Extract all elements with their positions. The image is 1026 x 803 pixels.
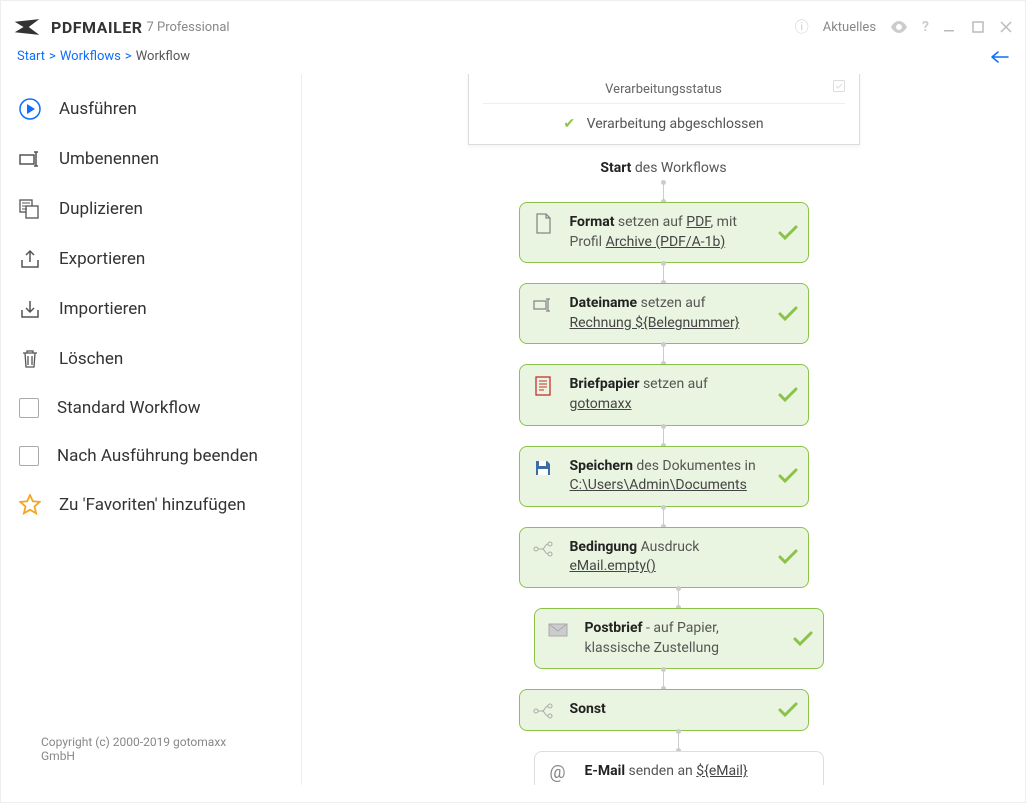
sidebar-standard-workflow[interactable]: Standard Workflow bbox=[1, 384, 301, 432]
rename-icon bbox=[532, 294, 554, 316]
close-button[interactable] bbox=[999, 20, 1013, 34]
sidebar-item-label: Zu 'Favoriten' hinzufügen bbox=[59, 495, 246, 515]
sidebar-item-label: Umbenennen bbox=[59, 149, 159, 169]
check-icon bbox=[778, 468, 798, 484]
check-icon: ✔ bbox=[563, 116, 575, 132]
branch-icon bbox=[532, 538, 554, 560]
checkbox-icon bbox=[19, 398, 39, 418]
check-icon bbox=[778, 702, 798, 718]
status-panel: Verarbeitungsstatus ✔ Verarbeitung abges… bbox=[468, 74, 860, 145]
check-icon bbox=[778, 387, 798, 403]
help-icon[interactable]: ? bbox=[922, 19, 929, 35]
info-icon[interactable]: ⓘ bbox=[795, 17, 809, 37]
sidebar-delete[interactable]: Löschen bbox=[1, 334, 301, 384]
step-format[interactable]: Format setzen auf PDF, mit Profil Archiv… bbox=[519, 202, 809, 263]
status-close-icon[interactable] bbox=[833, 80, 845, 92]
sidebar: Ausführen Umbenennen Duplizieren Exporti… bbox=[1, 74, 302, 785]
connector bbox=[663, 263, 664, 283]
step-filename[interactable]: Dateiname setzen auf Rechnung ${Belegnum… bbox=[519, 283, 809, 344]
import-icon bbox=[19, 298, 41, 320]
sidebar-import[interactable]: Importieren bbox=[1, 284, 301, 334]
step-stationery[interactable]: Briefpapier setzen auf gotomaxx bbox=[519, 364, 809, 425]
minimize-button[interactable] bbox=[943, 20, 957, 34]
at-icon: @ bbox=[547, 762, 569, 784]
connector bbox=[678, 588, 679, 608]
connector bbox=[663, 669, 664, 689]
news-link[interactable]: Aktuelles bbox=[823, 20, 876, 35]
sidebar-item-label: Duplizieren bbox=[59, 199, 143, 219]
connector bbox=[663, 426, 664, 446]
workflow-canvas: Verarbeitungsstatus ✔ Verarbeitung abges… bbox=[302, 74, 1025, 785]
rename-icon bbox=[19, 148, 41, 170]
breadcrumb: Start > Workflows > Workflow bbox=[1, 45, 1025, 74]
sidebar-item-label: Nach Ausführung beenden bbox=[57, 446, 258, 466]
sidebar-quit-after-run[interactable]: Nach Ausführung beenden bbox=[1, 432, 301, 480]
sidebar-duplicate[interactable]: Duplizieren bbox=[1, 184, 301, 234]
step-else[interactable]: Sonst bbox=[519, 689, 809, 731]
connector bbox=[663, 507, 664, 527]
sidebar-rename[interactable]: Umbenennen bbox=[1, 134, 301, 184]
sidebar-export[interactable]: Exportieren bbox=[1, 234, 301, 284]
connector bbox=[663, 182, 664, 202]
breadcrumb-workflows[interactable]: Workflows bbox=[60, 49, 121, 64]
mail-icon bbox=[547, 619, 569, 641]
copyright-text: Copyright (c) 2000-2019 gotomaxx GmbH bbox=[1, 723, 301, 775]
breadcrumb-sep: > bbox=[125, 49, 132, 64]
checkbox-icon bbox=[19, 446, 39, 466]
sidebar-item-label: Standard Workflow bbox=[57, 398, 201, 418]
step-save[interactable]: Speichern des Dokumentes in C:\Users\Adm… bbox=[519, 446, 809, 507]
status-title: Verarbeitungsstatus bbox=[605, 82, 722, 97]
save-icon bbox=[532, 457, 554, 479]
duplicate-icon bbox=[19, 198, 41, 220]
flow-start-label: Start des Workflows bbox=[600, 160, 726, 176]
sidebar-add-favorite[interactable]: Zu 'Favoriten' hinzufügen bbox=[1, 480, 301, 530]
sidebar-item-label: Exportieren bbox=[59, 249, 145, 269]
stationery-icon bbox=[532, 375, 554, 397]
step-email[interactable]: @ E-Mail senden an ${eMail} bbox=[534, 751, 824, 785]
app-version: 7 Professional bbox=[146, 20, 229, 35]
check-icon bbox=[778, 225, 798, 241]
export-icon bbox=[19, 248, 41, 270]
trash-icon bbox=[19, 348, 41, 370]
back-icon[interactable] bbox=[991, 51, 1009, 63]
sidebar-item-label: Löschen bbox=[59, 349, 123, 369]
sidebar-item-label: Importieren bbox=[59, 299, 147, 319]
status-message: Verarbeitung abgeschlossen bbox=[587, 116, 764, 132]
breadcrumb-sep: > bbox=[49, 49, 56, 64]
sidebar-run[interactable]: Ausführen bbox=[1, 84, 301, 134]
step-postmail[interactable]: Postbrief - auf Papier, klassische Zuste… bbox=[534, 608, 824, 669]
maximize-button[interactable] bbox=[971, 20, 985, 34]
star-icon bbox=[19, 494, 41, 516]
app-logo-icon bbox=[13, 18, 41, 36]
breadcrumb-current: Workflow bbox=[136, 49, 190, 64]
check-icon bbox=[793, 631, 813, 647]
connector bbox=[678, 731, 679, 751]
check-icon bbox=[778, 306, 798, 322]
title-bar: PDFMAILER 7 Professional ⓘ Aktuelles ? bbox=[1, 1, 1025, 45]
document-icon bbox=[532, 213, 554, 235]
step-condition[interactable]: Bedingung Ausdruck eMail.empty() bbox=[519, 527, 809, 588]
eye-icon[interactable] bbox=[890, 21, 908, 33]
branch-icon bbox=[532, 700, 554, 722]
check-icon bbox=[778, 549, 798, 565]
app-name: PDFMAILER bbox=[51, 18, 142, 37]
breadcrumb-start[interactable]: Start bbox=[17, 49, 45, 64]
play-icon bbox=[19, 98, 41, 120]
sidebar-item-label: Ausführen bbox=[59, 99, 137, 119]
connector bbox=[663, 344, 664, 364]
